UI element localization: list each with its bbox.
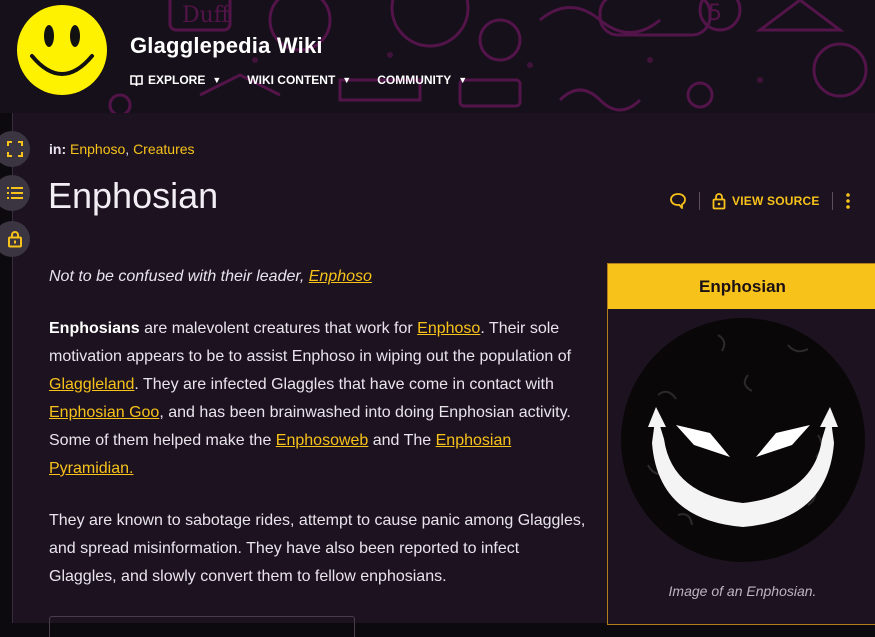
- infobox-caption: Image of an Enphosian.: [668, 583, 817, 599]
- infobox: Enphosian Image of an Enphosian.: [607, 263, 875, 625]
- nav-wiki-content-label: WIKI CONTENT: [247, 73, 336, 87]
- category-link-enphoso[interactable]: Enphoso: [70, 141, 125, 157]
- infobox-title: Enphosian: [608, 264, 875, 309]
- link-enphosian-goo[interactable]: Enphosian Goo: [49, 404, 159, 421]
- text-run: and The: [368, 432, 436, 449]
- link-enphosoweb[interactable]: Enphosoweb: [276, 432, 369, 449]
- category-separator: ,: [125, 141, 134, 157]
- view-source-label: VIEW SOURCE: [732, 194, 820, 208]
- chevron-down-icon: ▼: [458, 75, 468, 85]
- lock-icon: [712, 193, 726, 210]
- nav-community-label: COMMUNITY: [377, 73, 452, 87]
- chevron-down-icon: ▼: [342, 75, 352, 85]
- nav-community[interactable]: COMMUNITY ▼: [377, 73, 467, 87]
- nav-wiki-content[interactable]: WIKI CONTENT ▼: [247, 73, 351, 87]
- bold-term: Enphosians: [49, 320, 140, 337]
- table-of-contents[interactable]: [49, 616, 355, 637]
- page-title: Enphosian: [48, 175, 219, 216]
- action-divider: [831, 192, 833, 210]
- behavior-paragraph: They are known to sabotage rides, attemp…: [49, 512, 586, 585]
- wiki-title[interactable]: Glagglepedia Wiki: [130, 33, 323, 59]
- intro-paragraph: Enphosians are malevolent creatures that…: [49, 315, 589, 483]
- action-divider: [699, 192, 700, 210]
- expand-icon: [7, 141, 23, 157]
- category-list: in: Enphoso, Creatures: [49, 141, 195, 157]
- page-actions: VIEW SOURCE: [669, 191, 851, 211]
- article-panel: in: Enphoso, Creatures Enphosian VIEW SO…: [12, 113, 875, 637]
- svg-text:Duff: Duff: [182, 3, 231, 28]
- smiley-logo[interactable]: [16, 4, 108, 96]
- text-run: . They are infected Glaggles that have c…: [134, 376, 554, 393]
- talk-button[interactable]: [669, 192, 687, 210]
- hatnote: Not to be confused with their leader, En…: [49, 263, 589, 291]
- hatnote-text: Not to be confused with their leader,: [49, 268, 309, 285]
- view-source-button[interactable]: VIEW SOURCE: [712, 192, 820, 210]
- nav-explore[interactable]: EXPLORE ▼: [130, 73, 221, 87]
- book-icon: [130, 74, 143, 86]
- link-glaggleland[interactable]: Glaggleland: [49, 376, 134, 393]
- text-run: are malevolent creatures that work for: [139, 320, 418, 337]
- site-header: Duff 5 Glagglepedia Wiki EXPLORE ▼ WIKI …: [0, 0, 875, 113]
- lock-icon: [8, 231, 22, 248]
- hatnote-link-enphoso[interactable]: Enphoso: [309, 268, 372, 285]
- enphosian-image[interactable]: [618, 315, 868, 565]
- article-body: Not to be confused with their leader, En…: [49, 263, 589, 615]
- speech-bubble-icon: [670, 193, 686, 209]
- categories-label: in:: [49, 141, 67, 157]
- chevron-down-icon: ▼: [212, 75, 222, 85]
- nav-explore-label: EXPLORE: [148, 73, 206, 87]
- link-enphoso[interactable]: Enphoso: [417, 320, 480, 337]
- top-nav: EXPLORE ▼ WIKI CONTENT ▼ COMMUNITY ▼: [130, 73, 493, 87]
- svg-text:5: 5: [708, 1, 722, 26]
- kebab-menu-icon: [845, 193, 850, 209]
- category-link-creatures[interactable]: Creatures: [133, 141, 194, 157]
- more-actions-button[interactable]: [845, 192, 851, 210]
- table-of-contents-icon: [7, 187, 23, 199]
